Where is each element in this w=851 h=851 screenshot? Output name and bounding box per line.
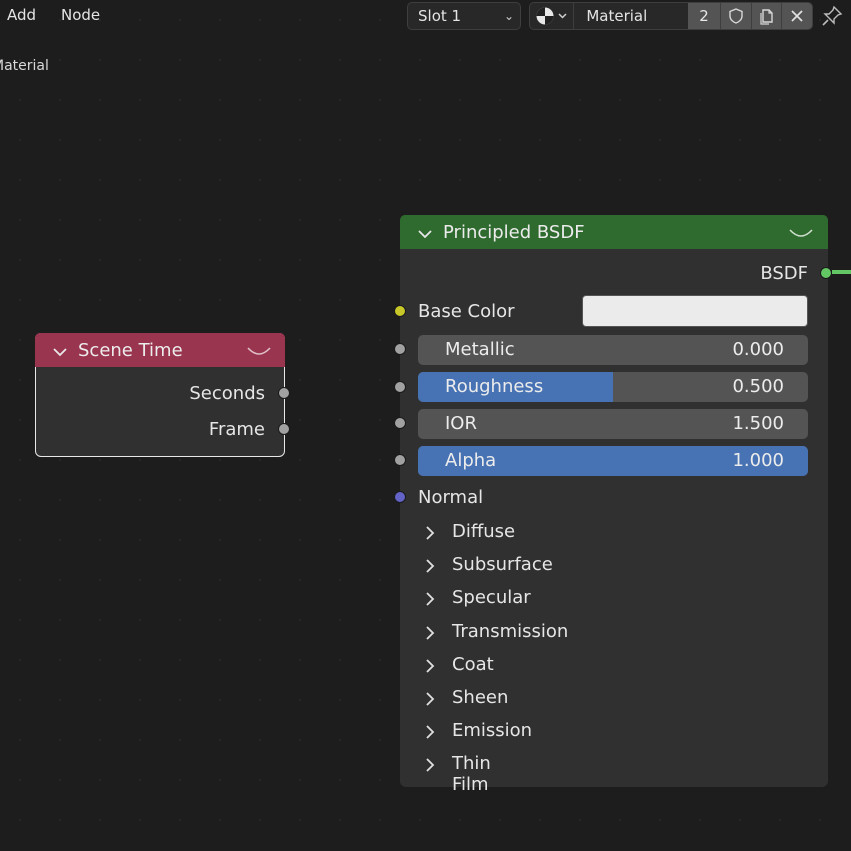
- material-users-count[interactable]: 2: [687, 3, 721, 29]
- scene-time-title: Scene Time: [78, 340, 183, 361]
- chevron-right-icon: [424, 658, 436, 678]
- output-label-frame: Frame: [208, 419, 265, 440]
- output-socket-seconds[interactable]: [278, 387, 290, 399]
- roughness-value: 0.500: [732, 376, 784, 397]
- alpha-field[interactable]: Alpha 1.000: [418, 446, 808, 476]
- material-name-field[interactable]: Material: [574, 3, 687, 29]
- alpha-label: Alpha: [445, 450, 497, 471]
- ior-value: 1.500: [732, 413, 784, 434]
- metallic-field[interactable]: Metallic 0.000: [418, 335, 808, 365]
- pin-icon[interactable]: [820, 4, 844, 28]
- panel-label: Thin Film: [452, 753, 491, 795]
- node-link[interactable]: [832, 270, 851, 274]
- chevron-down-icon[interactable]: [417, 225, 433, 244]
- chevron-right-icon: [424, 591, 436, 611]
- input-socket-ior[interactable]: [394, 417, 406, 429]
- shield-icon[interactable]: [720, 3, 751, 29]
- output-socket-bsdf[interactable]: [820, 267, 832, 279]
- close-icon[interactable]: [781, 3, 812, 29]
- metallic-value: 0.000: [732, 339, 784, 360]
- principled-bsdf-title: Principled BSDF: [443, 222, 585, 243]
- input-socket-normal[interactable]: [394, 491, 406, 503]
- panel-label: Transmission: [452, 621, 569, 642]
- output-label-seconds: Seconds: [189, 383, 265, 404]
- roughness-field[interactable]: Roughness 0.500: [418, 372, 808, 402]
- material-sphere-icon[interactable]: [530, 3, 575, 29]
- input-socket-alpha[interactable]: [394, 454, 406, 466]
- scene-time-node[interactable]: Scene Time Seconds Frame: [35, 333, 285, 457]
- roughness-label: Roughness: [445, 376, 544, 397]
- panel-label: Subsurface: [452, 554, 553, 575]
- metallic-label: Metallic: [445, 339, 515, 360]
- chevron-right-icon: [424, 691, 436, 711]
- alpha-value: 1.000: [732, 450, 784, 471]
- panel-label: Diffuse: [452, 521, 516, 542]
- input-socket-roughness[interactable]: [394, 381, 406, 393]
- duplicate-icon[interactable]: [750, 3, 782, 29]
- panel-label: Coat: [452, 654, 494, 675]
- output-label-bsdf: BSDF: [760, 263, 808, 284]
- panel-label: Specular: [452, 587, 531, 608]
- input-socket-base-color[interactable]: [394, 305, 406, 317]
- node-tree-label: Material: [0, 58, 49, 74]
- output-socket-frame[interactable]: [278, 423, 290, 435]
- chevron-right-icon: [424, 525, 436, 545]
- scene-time-header[interactable]: Scene Time: [35, 333, 285, 367]
- chevron-right-icon: [424, 558, 436, 578]
- chevron-down-icon: ⌄: [503, 9, 514, 23]
- material-selector: Material 2: [529, 2, 813, 30]
- base-color-swatch[interactable]: [582, 295, 808, 327]
- preview-toggle-icon[interactable]: [246, 343, 272, 362]
- ior-field[interactable]: IOR 1.500: [418, 409, 808, 439]
- principled-bsdf-node[interactable]: Principled BSDF BSDF Base Color Metallic…: [400, 215, 828, 795]
- chevron-down-icon[interactable]: [52, 343, 68, 362]
- menu-add[interactable]: Add: [7, 6, 36, 24]
- chevron-right-icon: [424, 724, 436, 744]
- chevron-right-icon: [424, 625, 436, 645]
- principled-bsdf-header[interactable]: Principled BSDF: [400, 215, 828, 249]
- ior-label: IOR: [445, 413, 477, 434]
- menu-node[interactable]: Node: [61, 6, 100, 24]
- preview-toggle-icon[interactable]: [788, 225, 814, 244]
- panel-label: Sheen: [452, 687, 509, 708]
- input-socket-metallic[interactable]: [394, 343, 406, 355]
- input-label-normal: Normal: [418, 487, 484, 508]
- slot-label: Slot 1: [418, 7, 462, 25]
- chevron-right-icon: [424, 757, 436, 777]
- panel-label: Emission: [452, 720, 533, 741]
- input-label-base-color: Base Color: [418, 301, 515, 322]
- slot-select[interactable]: Slot 1 ⌄: [407, 2, 521, 30]
